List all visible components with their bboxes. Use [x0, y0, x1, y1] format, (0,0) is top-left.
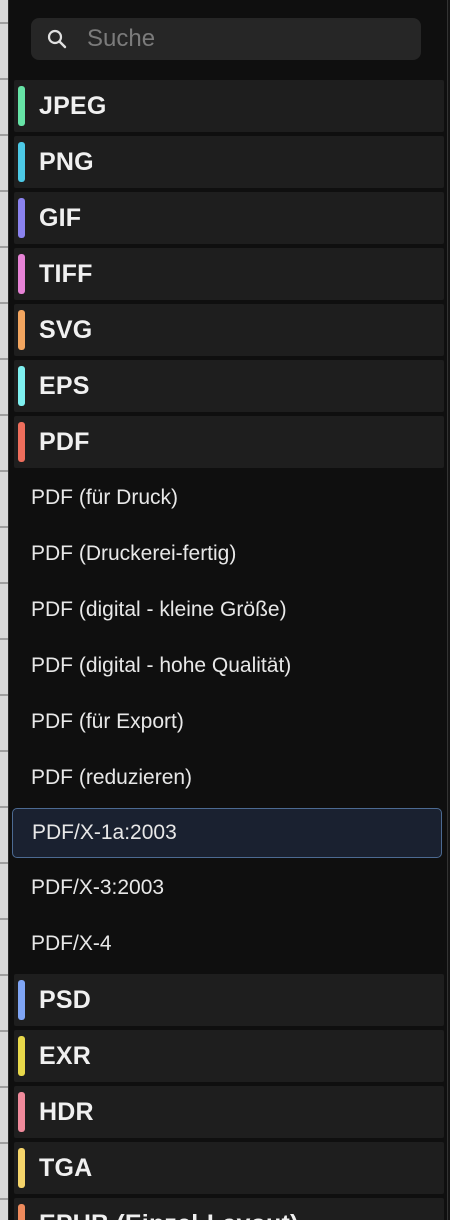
- category-label: PNG: [39, 147, 94, 176]
- category-label: HDR: [39, 1097, 94, 1126]
- category-tga[interactable]: TGA: [14, 1142, 444, 1194]
- category-color-bar: [18, 1036, 25, 1076]
- search-box[interactable]: [31, 18, 421, 60]
- category-label: PSD: [39, 985, 92, 1014]
- category-color-bar: [18, 980, 25, 1020]
- category-tiff[interactable]: TIFF: [14, 248, 444, 300]
- pdf-preset-item[interactable]: PDF/X-4: [9, 918, 447, 970]
- search-input[interactable]: [77, 25, 407, 53]
- pdf-preset-item[interactable]: PDF/X-1a:2003: [12, 808, 442, 858]
- category-color-bar: [18, 310, 25, 350]
- category-color-bar: [18, 198, 25, 238]
- category-color-bar: [18, 254, 25, 294]
- pdf-preset-item[interactable]: PDF (Druckerei-fertig): [9, 528, 447, 580]
- category-label: TGA: [39, 1153, 93, 1182]
- pdf-preset-item[interactable]: PDF (für Druck): [9, 472, 447, 524]
- category-svg[interactable]: SVG: [14, 304, 444, 356]
- category-epub-einzel-layout[interactable]: EPUB (Einzel-Layout): [14, 1198, 444, 1220]
- pdf-preset-item[interactable]: PDF (digital - kleine Größe): [9, 584, 447, 636]
- category-label: SVG: [39, 315, 93, 344]
- search-icon: [37, 18, 77, 60]
- category-hdr[interactable]: HDR: [14, 1086, 444, 1138]
- pdf-preset-item[interactable]: PDF (digital - hohe Qualität): [9, 640, 447, 692]
- pdf-preset-item[interactable]: PDF (reduzieren): [9, 752, 447, 804]
- category-color-bar: [18, 1204, 25, 1220]
- pdf-preset-item[interactable]: PDF (für Export): [9, 696, 447, 748]
- category-color-bar: [18, 142, 25, 182]
- category-label: EPUB (Einzel-Layout): [39, 1210, 299, 1220]
- category-label: TIFF: [39, 259, 93, 288]
- category-label: EXR: [39, 1041, 92, 1070]
- category-color-bar: [18, 1148, 25, 1188]
- pdf-preset-item[interactable]: PDF/X-3:2003: [9, 862, 447, 914]
- category-pdf[interactable]: PDF: [14, 416, 444, 468]
- category-label: EPS: [39, 371, 90, 400]
- category-png[interactable]: PNG: [14, 136, 444, 188]
- format-list: JPEG PNG GIF TIFF SVG EPS PDF PDF (für Druck) PD…: [9, 80, 447, 1220]
- category-color-bar: [18, 1092, 25, 1132]
- category-color-bar: [18, 86, 25, 126]
- export-format-dropdown: JPEGPNGGIFTIFFSVGEPSPDFPDF (für Druck)PD…: [8, 0, 448, 1220]
- category-color-bar: [18, 366, 25, 406]
- category-label: GIF: [39, 203, 82, 232]
- category-psd[interactable]: PSD: [14, 974, 444, 1026]
- category-label: JPEG: [39, 91, 107, 120]
- category-label: PDF: [39, 427, 90, 456]
- category-color-bar: [18, 422, 25, 462]
- category-gif[interactable]: GIF: [14, 192, 444, 244]
- category-exr[interactable]: EXR: [14, 1030, 444, 1082]
- category-jpeg[interactable]: JPEG: [14, 80, 444, 132]
- category-eps[interactable]: EPS: [14, 360, 444, 412]
